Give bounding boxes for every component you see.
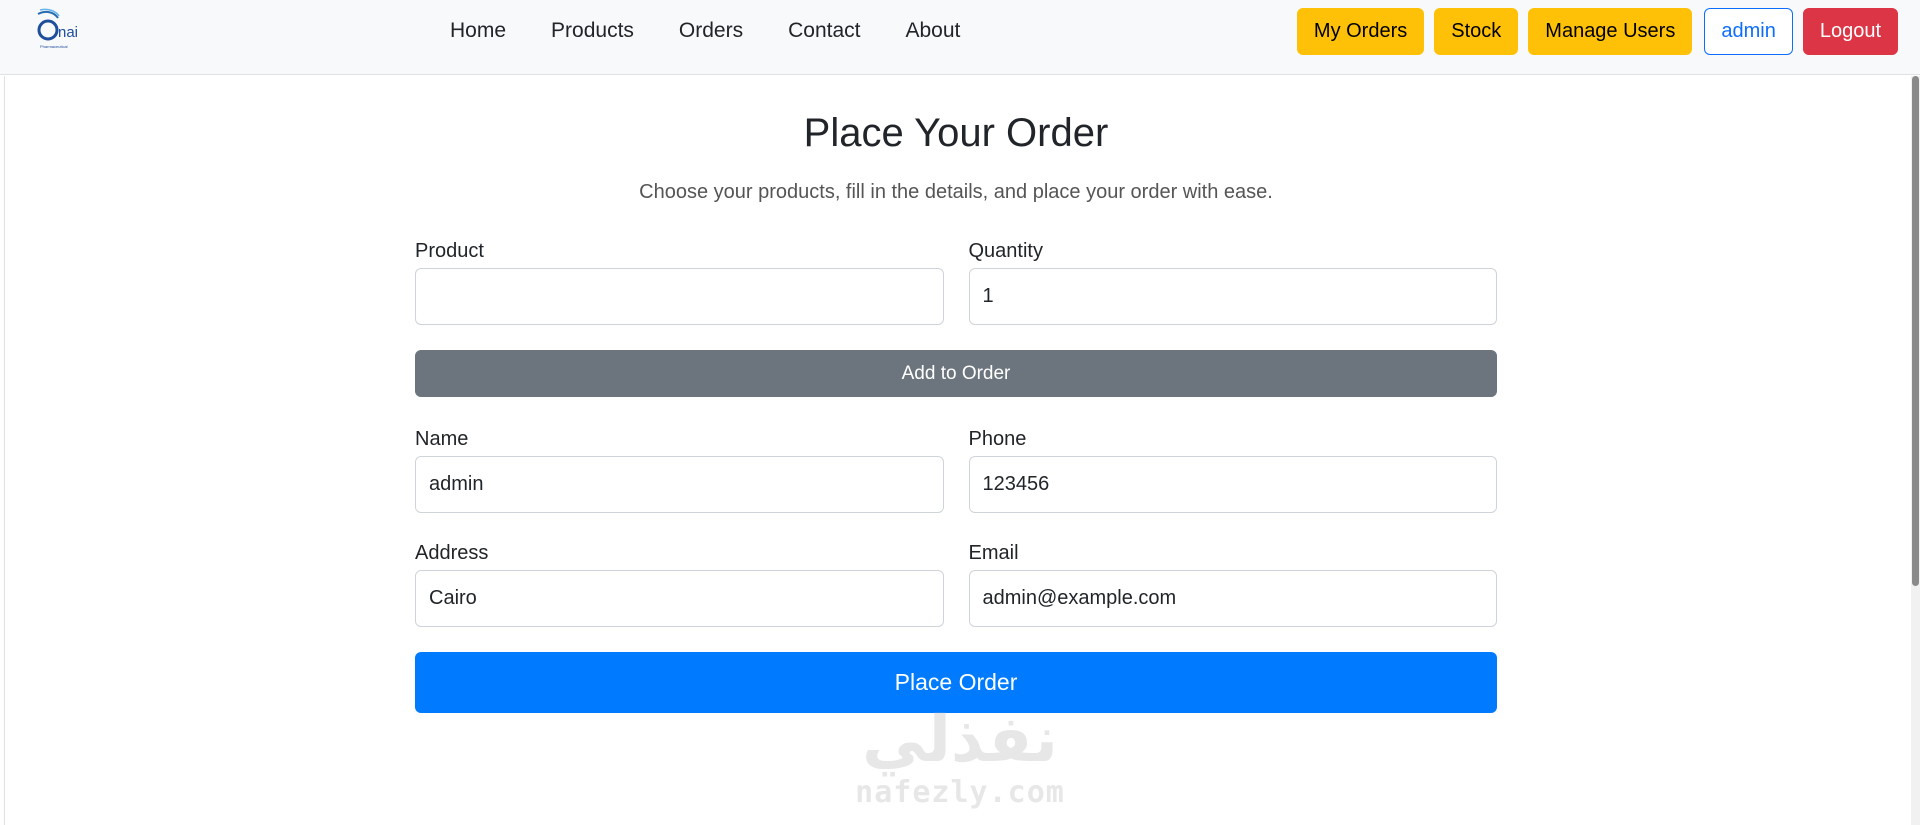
address-group: Address xyxy=(415,541,944,627)
scrollbar-thumb[interactable] xyxy=(1912,76,1919,586)
phone-label: Phone xyxy=(968,428,1027,450)
phone-group: Phone xyxy=(968,427,1497,513)
name-input[interactable] xyxy=(415,456,944,513)
svg-text:Pharmaceutical: Pharmaceutical xyxy=(40,44,68,49)
page-title: Place Your Order xyxy=(803,111,1109,155)
address-input[interactable] xyxy=(415,570,944,627)
nav-link-home[interactable]: Home xyxy=(450,19,506,43)
logout-button[interactable]: Logout xyxy=(1802,8,1898,55)
product-row: Product Quantity xyxy=(415,239,1497,325)
watermark-arabic: نفذلي xyxy=(862,703,1058,777)
top-navbar: nai Pharmaceutical Home Products Orders … xyxy=(0,0,1920,75)
stock-button[interactable]: Stock xyxy=(1434,8,1519,55)
nav-actions: My Orders Stock Manage Users admin Logou… xyxy=(1296,8,1898,55)
product-label: Product xyxy=(415,240,484,262)
name-group: Name xyxy=(415,427,944,513)
brand-logo[interactable]: nai Pharmaceutical xyxy=(34,8,94,54)
address-label: Address xyxy=(415,542,489,564)
nav-link-orders[interactable]: Orders xyxy=(679,19,743,43)
watermark: نفذلي nafezly.com xyxy=(850,705,1070,823)
email-input[interactable] xyxy=(968,570,1497,627)
watermark-latin: nafezly.com xyxy=(855,775,1065,810)
brand-logo-icon: nai Pharmaceutical xyxy=(37,8,78,49)
product-group: Product xyxy=(415,239,944,325)
main-nav-links: Home Products Orders Contact About xyxy=(450,0,1005,62)
manage-users-button[interactable]: Manage Users xyxy=(1528,8,1693,55)
order-form-container: Place Your Order Choose your products, f… xyxy=(415,76,1497,713)
product-input[interactable] xyxy=(415,268,944,325)
email-label: Email xyxy=(968,542,1019,564)
email-group: Email xyxy=(968,541,1497,627)
my-orders-button[interactable]: My Orders xyxy=(1296,8,1425,55)
nav-link-about[interactable]: About xyxy=(905,19,960,43)
phone-input[interactable] xyxy=(968,456,1497,513)
page-subtitle: Choose your products, fill in the detail… xyxy=(639,181,1273,203)
svg-text:nai: nai xyxy=(58,24,78,41)
quantity-group: Quantity xyxy=(968,239,1497,325)
quantity-label: Quantity xyxy=(968,240,1043,262)
quantity-input[interactable] xyxy=(968,268,1497,325)
nav-link-products[interactable]: Products xyxy=(551,19,634,43)
name-label: Name xyxy=(415,428,469,450)
nav-link-contact[interactable]: Contact xyxy=(788,19,860,43)
user-account-button[interactable]: admin xyxy=(1704,8,1793,55)
add-to-order-button[interactable]: Add to Order xyxy=(415,350,1497,397)
address-row: Address Email xyxy=(415,541,1497,627)
contact-row: Name Phone xyxy=(415,427,1497,513)
page-left-border xyxy=(4,76,5,825)
